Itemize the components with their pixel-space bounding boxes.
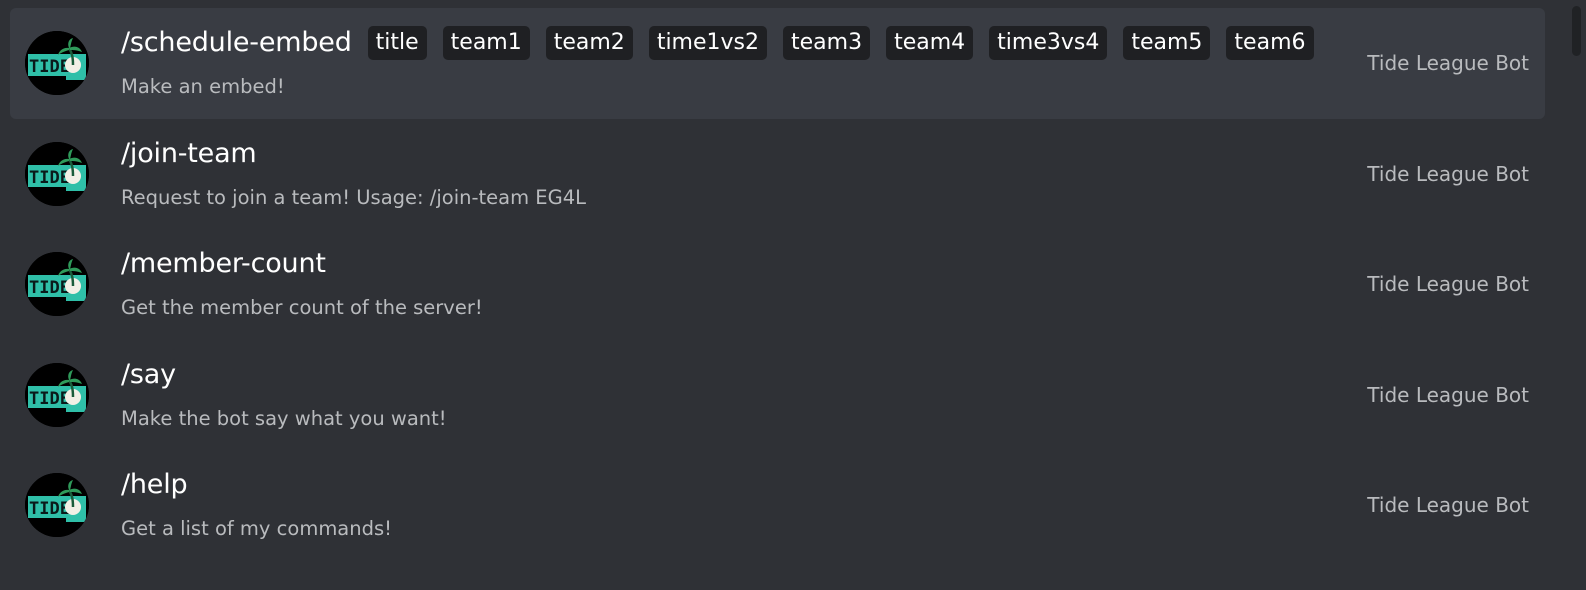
option-chip-time3vs4[interactable]: time3vs4 — [989, 26, 1108, 60]
command-row-member-count[interactable]: TIDE /member-count Get the member count … — [10, 229, 1545, 340]
logo-text: TIDE — [29, 499, 70, 519]
option-chip-team4[interactable]: team4 — [886, 26, 974, 60]
option-chip-team6[interactable]: team6 — [1226, 26, 1314, 60]
command-name: /member-count — [121, 248, 326, 279]
logo-text: TIDE — [29, 389, 70, 409]
command-source: Tide League Bot — [1367, 161, 1529, 186]
command-row-help[interactable]: TIDE /help Get a list of my commands! Ti… — [10, 450, 1545, 561]
command-list: TIDE /schedule-embed title team1 team2 time… — [10, 8, 1545, 561]
command-row-say[interactable]: TIDE /say Make the bot say what you want… — [10, 340, 1545, 451]
command-name: /schedule-embed — [121, 27, 352, 58]
command-source: Tide League Bot — [1367, 493, 1529, 517]
option-chip-team3[interactable]: team3 — [783, 26, 871, 60]
scrollbar-thumb[interactable] — [1572, 6, 1581, 56]
command-row-join-team[interactable]: TIDE /join-team Request to join a team! … — [10, 119, 1545, 230]
command-source: Tide League Bot — [1367, 382, 1529, 407]
command-name: /join-team — [121, 137, 257, 169]
bot-avatar: TIDE — [25, 252, 89, 316]
option-chip-title[interactable]: title — [367, 26, 427, 60]
command-name: /say — [121, 358, 176, 390]
command-row-schedule-embed[interactable]: TIDE /schedule-embed title team1 team2 time… — [10, 8, 1545, 119]
command-description: Get the member count of the server! — [121, 296, 483, 319]
tide-logo-icon: TIDE — [25, 252, 89, 316]
command-name: /help — [121, 469, 188, 500]
command-options: title team1 team2 time1vs2 team3 team4 time3vs… — [367, 26, 1330, 60]
bot-avatar: TIDE — [25, 31, 89, 95]
command-header: /say — [121, 357, 176, 393]
command-header: /join-team — [121, 136, 257, 172]
command-description: Get a list of my commands! — [121, 517, 392, 540]
logo-text: TIDE — [29, 57, 70, 77]
command-description: Make the bot say what you want! — [121, 406, 447, 430]
option-chip-team2[interactable]: team2 — [545, 26, 633, 60]
bot-avatar: TIDE — [25, 362, 89, 427]
logo-text: TIDE — [29, 168, 70, 188]
command-header: /member-count — [121, 246, 326, 282]
option-chip-team5[interactable]: team5 — [1123, 26, 1211, 60]
logo-text: TIDE — [29, 278, 70, 298]
command-description: Request to join a team! Usage: /join-tea… — [121, 185, 587, 209]
command-header: /help — [121, 467, 188, 503]
tide-logo-icon: TIDE — [25, 362, 89, 427]
option-chip-team1[interactable]: team1 — [442, 26, 530, 60]
scrollbar[interactable] — [1568, 0, 1586, 590]
bot-avatar: TIDE — [25, 473, 89, 537]
command-description: Make an embed! — [121, 75, 285, 98]
tide-logo-icon: TIDE — [25, 31, 89, 95]
tide-logo-icon: TIDE — [25, 473, 89, 537]
option-chip-time1vs2[interactable]: time1vs2 — [648, 26, 767, 60]
command-source: Tide League Bot — [1367, 272, 1529, 296]
bot-avatar: TIDE — [25, 141, 89, 206]
command-source: Tide League Bot — [1367, 51, 1529, 75]
tide-logo-icon: TIDE — [25, 141, 89, 206]
command-header: /schedule-embed title team1 team2 time1vs2 t… — [121, 25, 1330, 61]
